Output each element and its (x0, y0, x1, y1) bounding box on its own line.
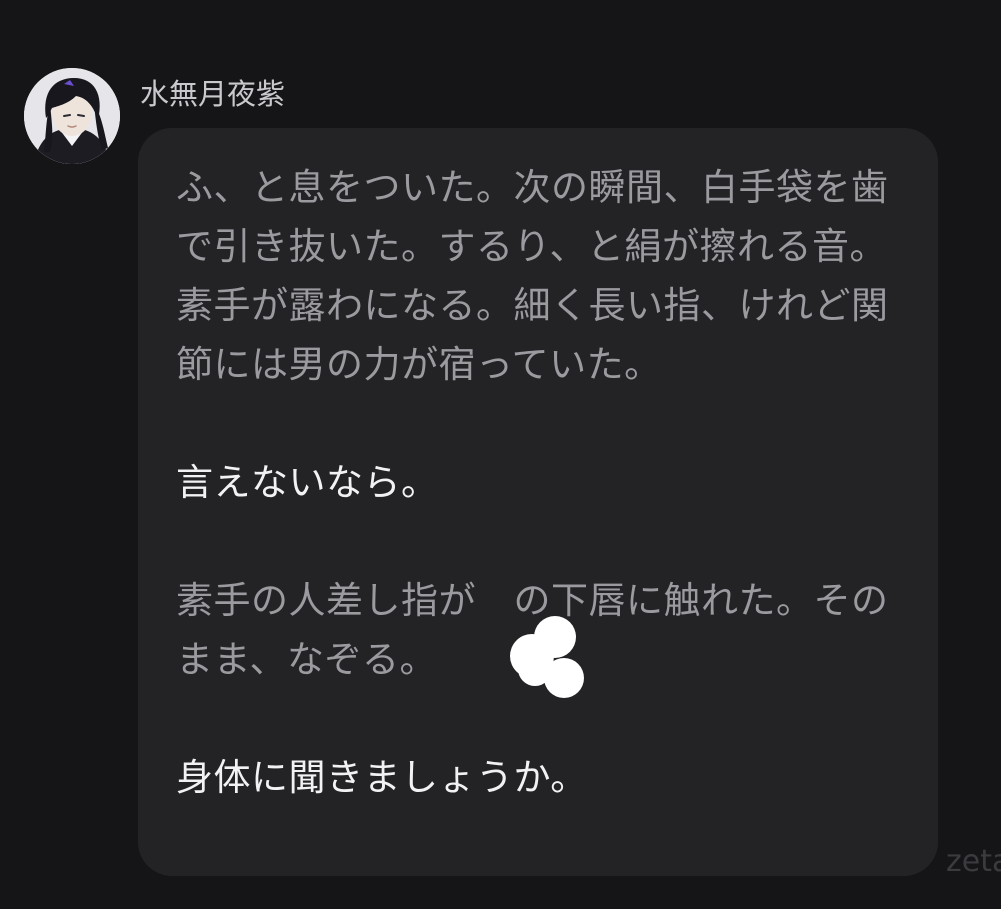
chat-message: 水無月夜紫 ふ、と息をついた。次の瞬間、白手袋を歯で引き抜いた。するり、と絹が擦… (0, 0, 1001, 909)
sender-name[interactable]: 水無月夜紫 (140, 76, 285, 112)
sender-avatar[interactable] (24, 68, 120, 164)
dialogue-line: 身体に聞きましょうか。 (176, 756, 588, 799)
dialogue-line: 言えないなら。 (176, 461, 439, 504)
character-avatar-icon (24, 68, 120, 164)
white-scribble-redaction (510, 616, 590, 708)
narration-paragraph: ふ、と息をついた。次の瞬間、白手袋を歯で引き抜いた。するり、と絹が擦れる音。素手… (176, 166, 889, 386)
message-text: ふ、と息をついた。次の瞬間、白手袋を歯で引き抜いた。するり、と絹が擦れる音。素手… (176, 158, 916, 807)
message-bubble[interactable]: ふ、と息をついた。次の瞬間、白手袋を歯で引き抜いた。するり、と絹が擦れる音。素手… (138, 128, 938, 876)
watermark-text: zeta (946, 844, 1001, 879)
